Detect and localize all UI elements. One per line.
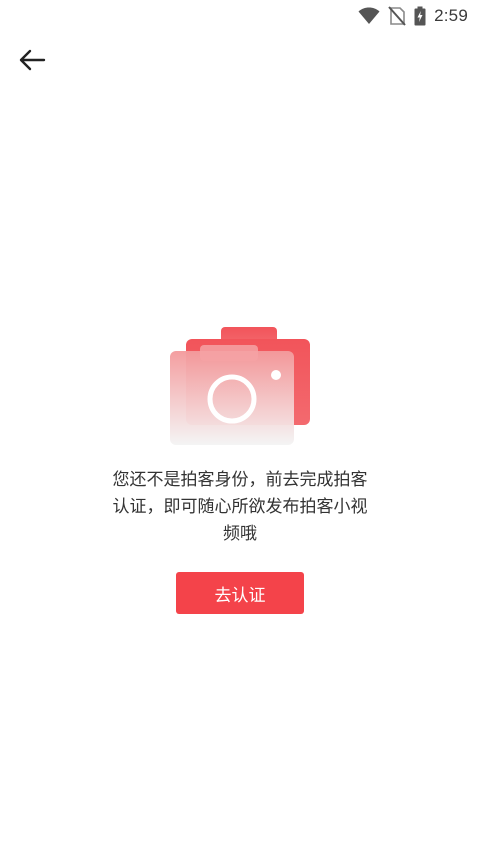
empty-state-illustration [168,325,314,447]
status-time: 2:59 [434,6,468,25]
message-line: 您还不是拍客身份，前去完成拍客 [112,470,368,490]
message-line: 认证，即可随心所欲发布拍客小视 [112,497,368,517]
empty-state-message: 您还不是拍客身份，前去完成拍客 认证，即可随心所欲发布拍客小视 频哦 [80,467,400,548]
status-icons: 2:59 [358,4,468,28]
no-sim-icon [388,6,406,26]
back-button[interactable] [10,40,54,80]
battery-charging-icon [414,6,426,26]
status-bar: 2:59 [0,0,480,32]
message-line: 频哦 [223,524,257,544]
wifi-icon [358,7,380,24]
arrow-left-icon [19,49,46,71]
go-certify-button[interactable]: 去认证 [176,572,304,614]
camera-icon [170,327,310,445]
